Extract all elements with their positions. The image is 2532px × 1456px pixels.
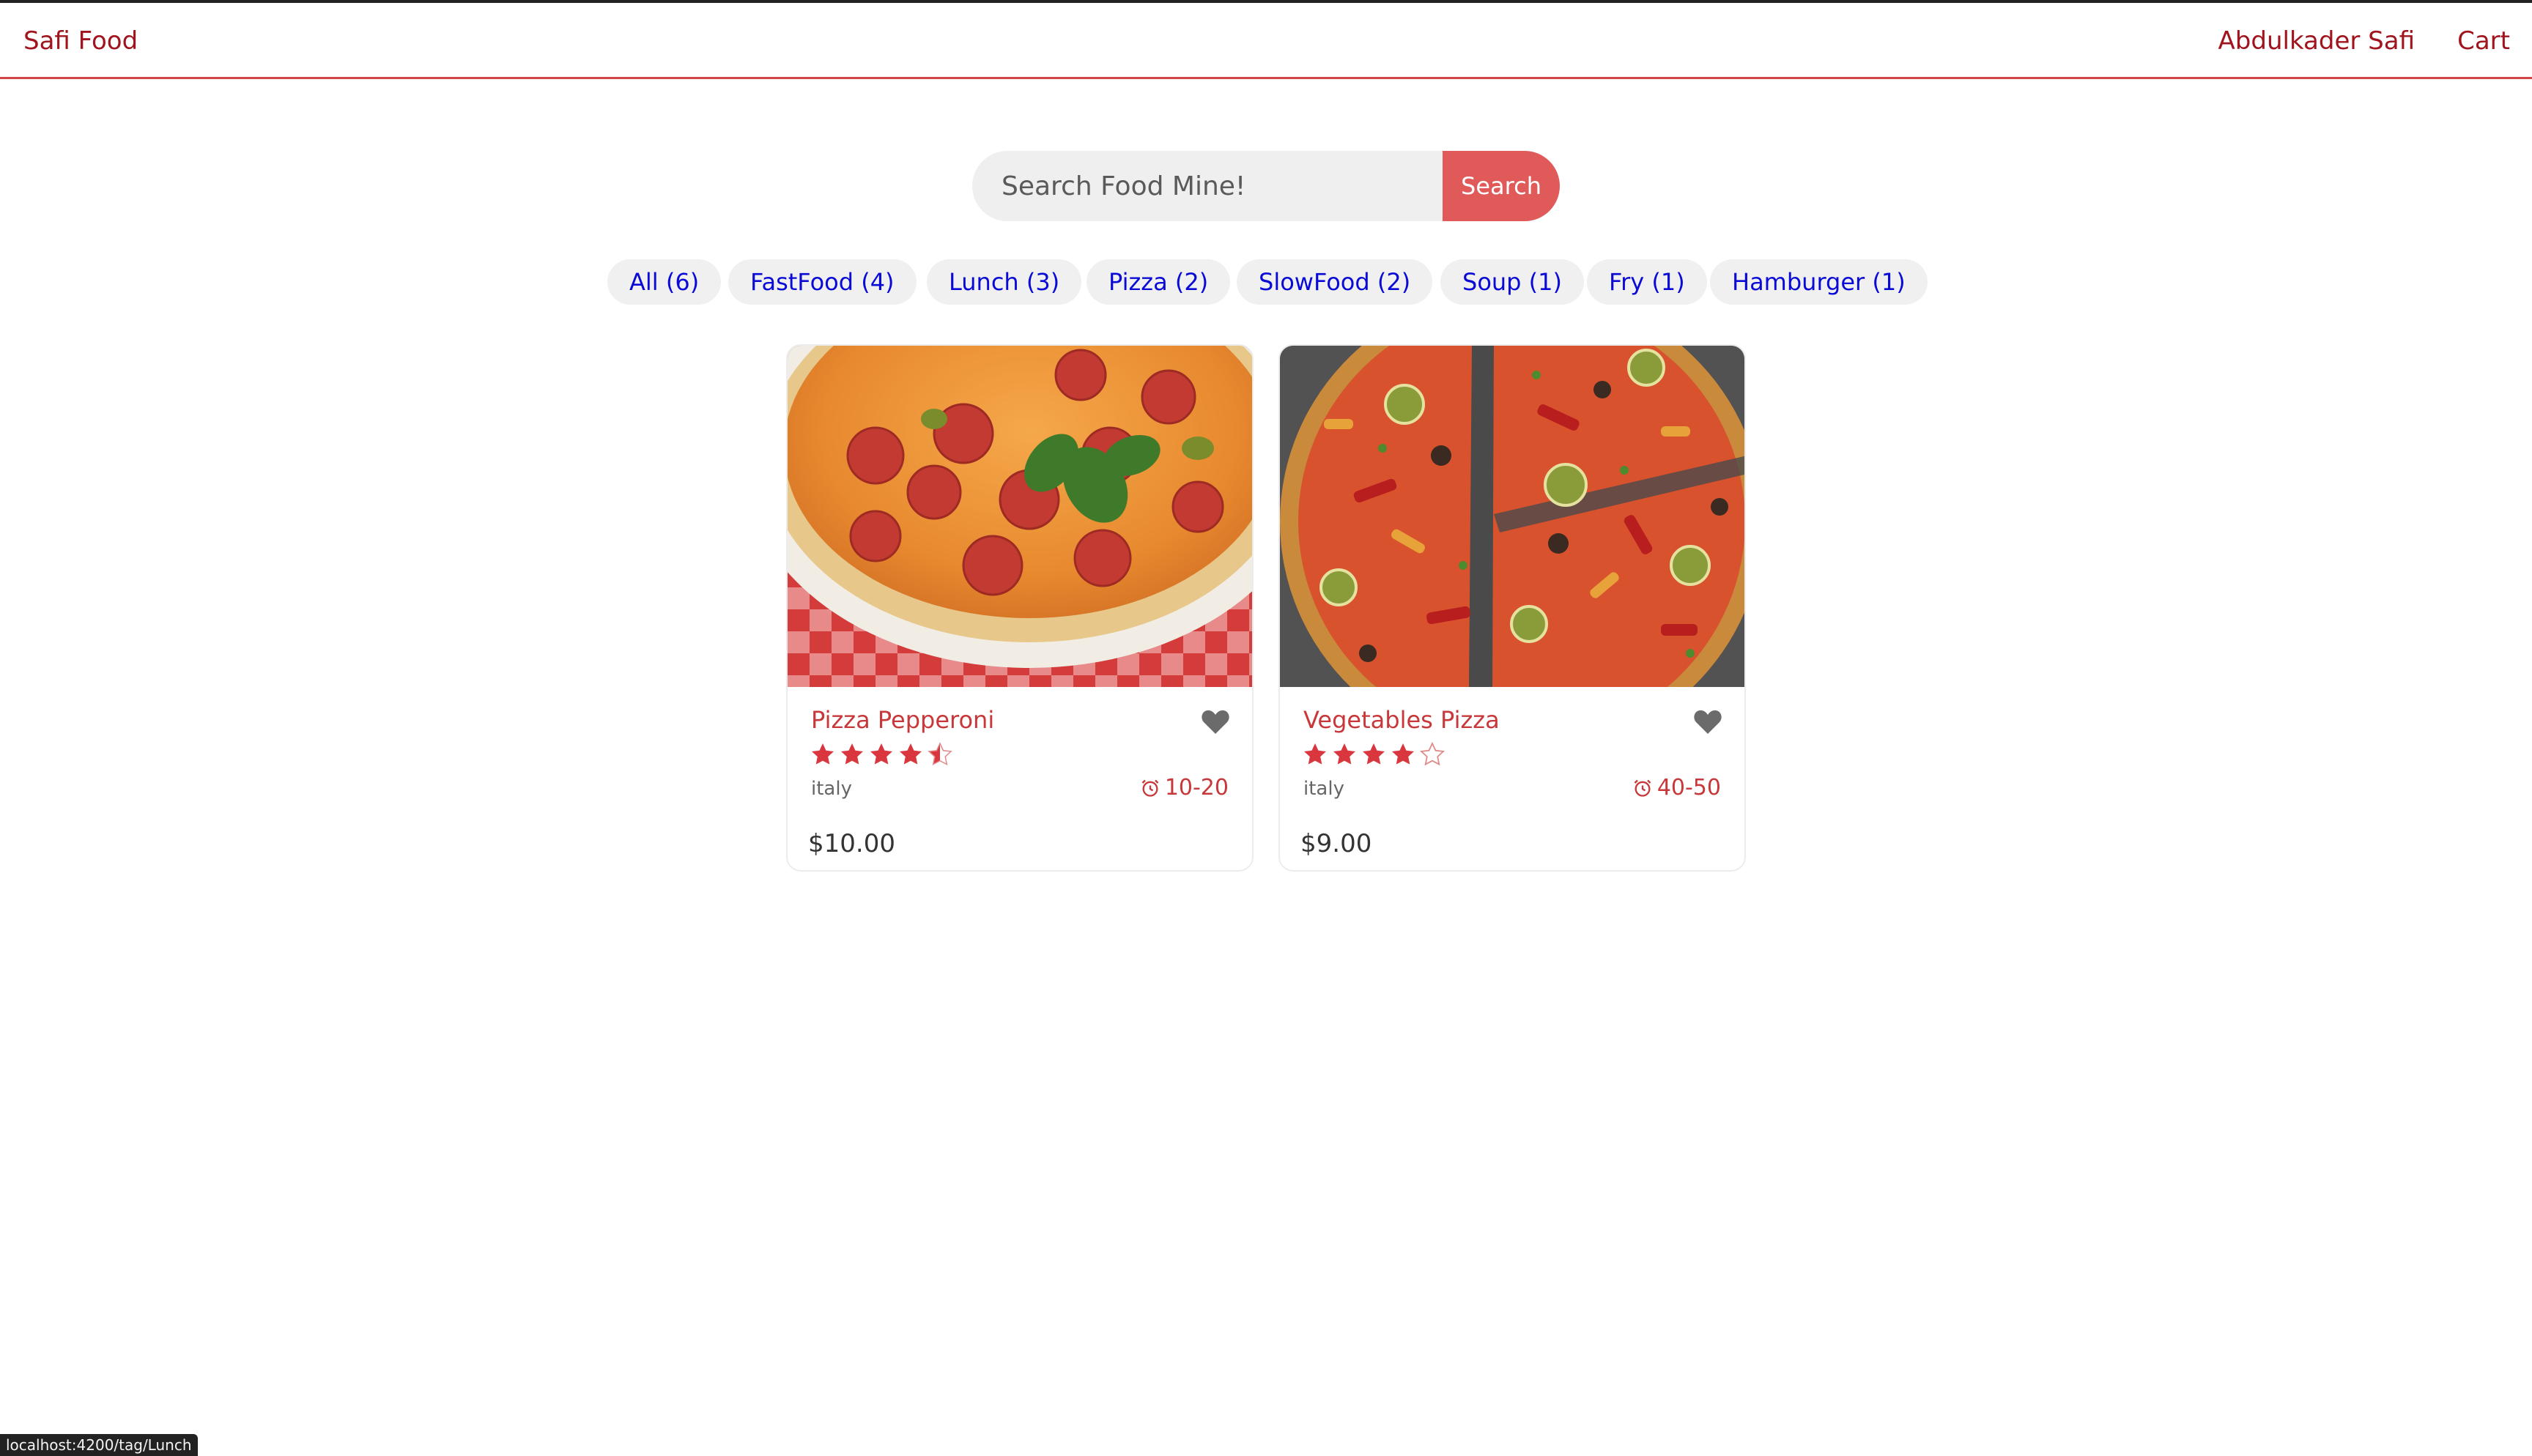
food-origin: italy xyxy=(811,778,852,800)
cook-time-value: 10-20 xyxy=(1164,775,1229,801)
favorite-heart-icon[interactable] xyxy=(1693,709,1722,735)
header: Safi Food Abdulkader Safi Cart xyxy=(0,3,2532,79)
brand-logo[interactable]: Safi Food xyxy=(23,26,138,56)
status-bar-url: localhost:4200/tag/Lunch xyxy=(0,1434,198,1456)
star-half-icon xyxy=(928,742,952,766)
tag-fastfood[interactable]: FastFood (4) xyxy=(728,259,917,305)
star-full-icon xyxy=(1333,743,1355,765)
star-empty-icon xyxy=(1419,741,1445,766)
star-full-icon xyxy=(1392,743,1414,765)
food-origin: italy xyxy=(1303,778,1344,800)
search-bar: Search xyxy=(972,151,1560,221)
star-rating xyxy=(810,741,953,770)
food-card[interactable]: Pizza Pepperoni italy 10-20 $10.00 xyxy=(786,344,1254,872)
tag-lunch[interactable]: Lunch (3) xyxy=(927,259,1082,305)
search-input[interactable] xyxy=(972,151,1443,221)
pepperoni-pizza-image xyxy=(788,346,1252,687)
star-full-icon xyxy=(841,743,863,765)
tag-soup[interactable]: Soup (1) xyxy=(1440,259,1584,305)
tag-fry[interactable]: Fry (1) xyxy=(1587,259,1707,305)
tag-list: All (6) FastFood (4) Lunch (3) Pizza (2)… xyxy=(607,259,1928,305)
alarm-clock-icon xyxy=(1141,779,1159,797)
tag-slowfood[interactable]: SlowFood (2) xyxy=(1237,259,1433,305)
food-name: Vegetables Pizza xyxy=(1303,706,1500,734)
star-full-icon xyxy=(1363,743,1385,765)
food-card[interactable]: Vegetables Pizza italy 40-50 $9.00 xyxy=(1278,344,1746,872)
star-full-icon xyxy=(870,743,892,765)
alarm-clock-icon xyxy=(1634,779,1651,797)
cook-time: 40-50 xyxy=(1632,775,1721,801)
food-price: $9.00 xyxy=(1300,829,1372,858)
cook-time: 10-20 xyxy=(1140,775,1229,801)
star-full-icon xyxy=(1304,743,1326,765)
cart-link[interactable]: Cart xyxy=(2457,26,2510,56)
cook-time-value: 40-50 xyxy=(1656,775,1721,801)
vegetable-pizza-image xyxy=(1280,346,1744,687)
star-rating xyxy=(1302,741,1445,770)
favorite-heart-icon[interactable] xyxy=(1201,709,1230,735)
tag-all[interactable]: All (6) xyxy=(607,259,722,305)
user-menu-link[interactable]: Abdulkader Safi xyxy=(2218,26,2415,56)
star-full-icon xyxy=(812,743,834,765)
tag-pizza[interactable]: Pizza (2) xyxy=(1087,259,1231,305)
food-name: Pizza Pepperoni xyxy=(811,706,995,734)
tag-hamburger[interactable]: Hamburger (1) xyxy=(1710,259,1928,305)
food-price: $10.00 xyxy=(808,829,895,858)
star-full-icon xyxy=(900,743,922,765)
search-button[interactable]: Search xyxy=(1443,151,1560,221)
